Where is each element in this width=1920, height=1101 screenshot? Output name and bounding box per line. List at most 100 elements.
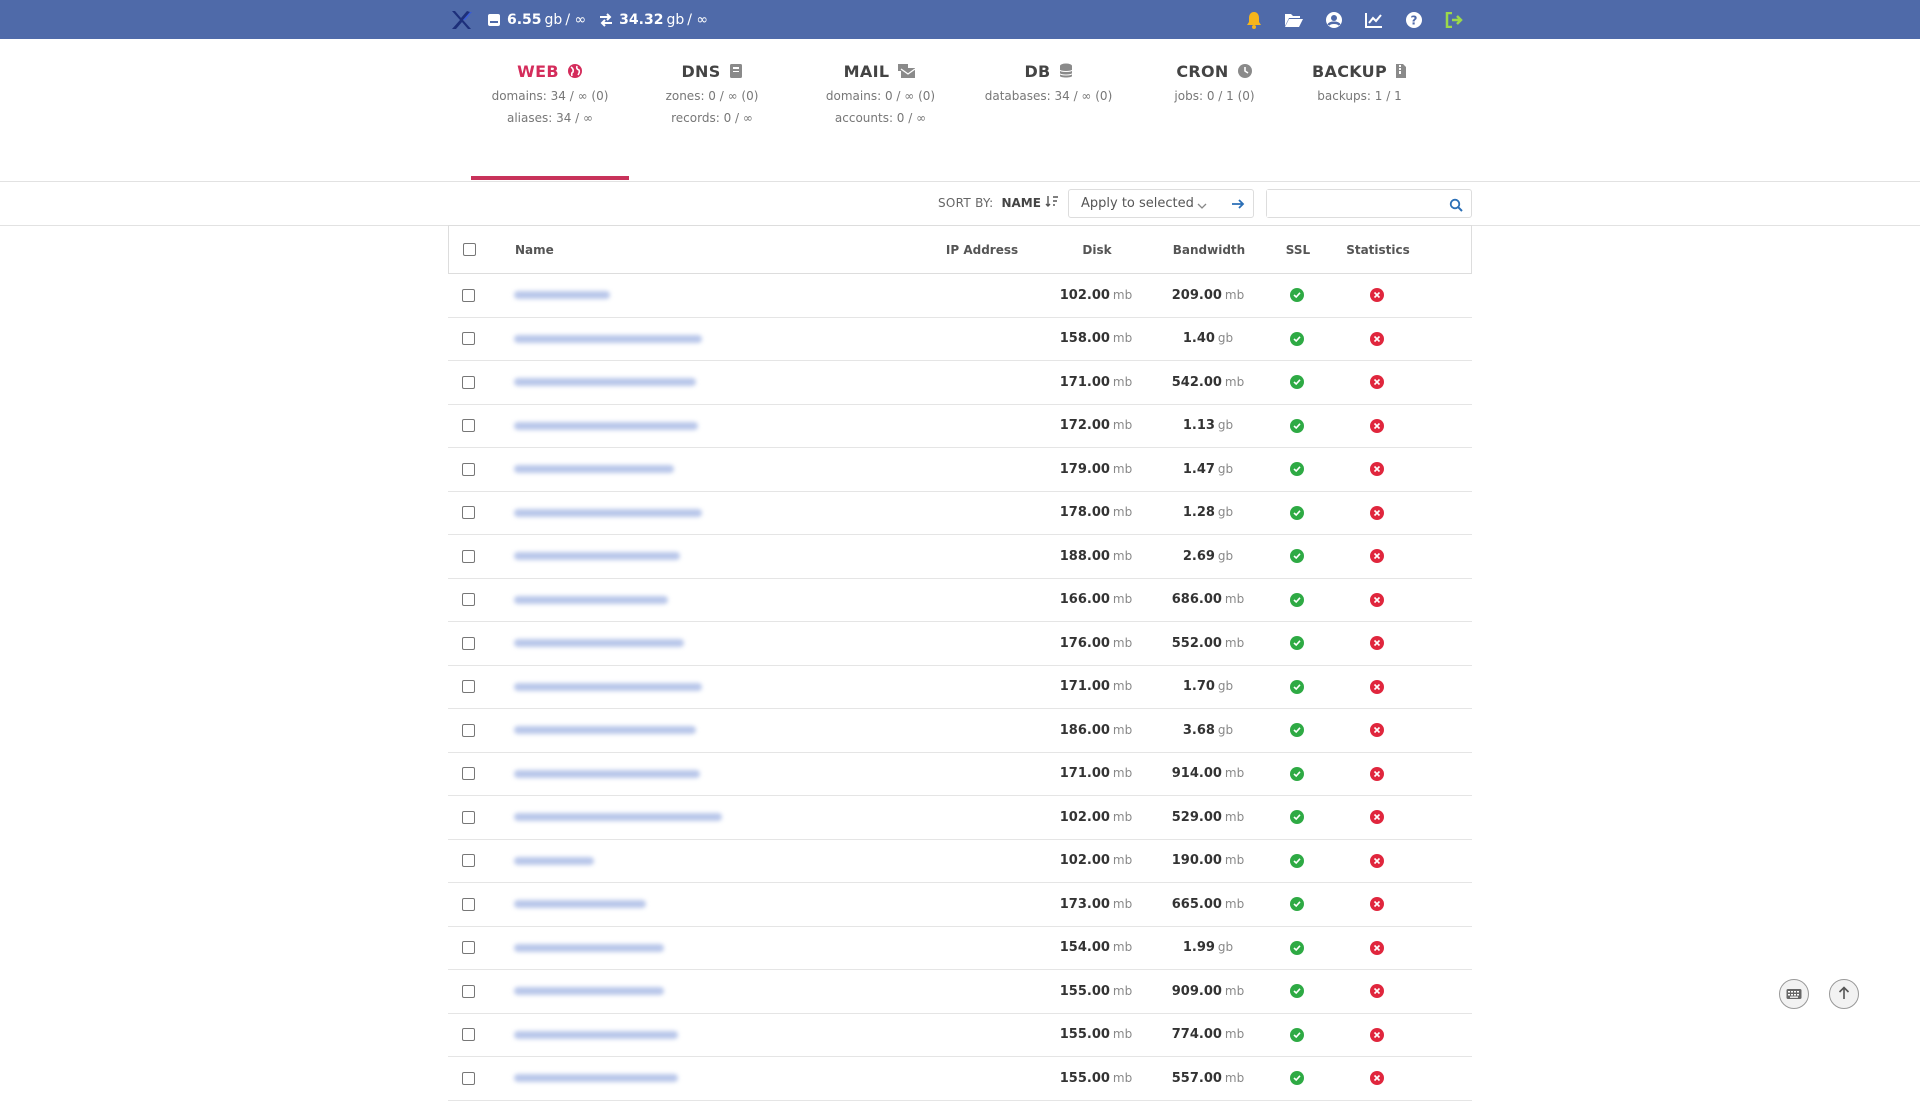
disk-unit: mb — [1112, 983, 1133, 998]
check-circle-icon — [1290, 375, 1304, 390]
table-row[interactable]: 188.00 mb 2.69 gb — [448, 535, 1472, 579]
tab-cron-title: CRON — [1176, 61, 1229, 81]
header-ip[interactable]: IP Address — [923, 243, 1041, 257]
table-row[interactable]: 155.00 mb 909.00 mb — [448, 970, 1472, 1014]
header-ssl[interactable]: SSL — [1265, 243, 1331, 257]
folder-open-icon[interactable] — [1284, 10, 1304, 30]
table-row[interactable]: 186.00 mb 3.68 gb — [448, 709, 1472, 753]
header-bandwidth[interactable]: Bandwidth — [1153, 243, 1265, 257]
domain-name-link[interactable] — [514, 682, 702, 691]
header-name[interactable]: Name — [489, 243, 923, 257]
row-checkbox[interactable] — [461, 375, 475, 389]
table-row[interactable]: 173.00 mb 665.00 mb — [448, 883, 1472, 927]
table-row[interactable]: 171.00 mb 542.00 mb — [448, 361, 1472, 405]
table-row[interactable]: 154.00 mb 1.99 gb — [448, 927, 1472, 970]
search-icon[interactable] — [1449, 197, 1463, 216]
domain-name-link[interactable] — [514, 726, 696, 735]
tab-backup[interactable]: BACKUP backups: 1 / 1 — [1298, 60, 1421, 180]
domain-name-link[interactable] — [514, 291, 610, 300]
tab-mail[interactable]: MAIL domains: 0 / ∞ (0) accounts: 0 / ∞ — [795, 60, 966, 180]
domain-name-link[interactable] — [514, 552, 680, 561]
domain-name-link[interactable] — [514, 639, 684, 648]
domain-name-link[interactable] — [514, 1074, 678, 1083]
domain-name-link[interactable] — [514, 987, 664, 996]
disk-cell: 166.00 mb — [1040, 592, 1152, 607]
row-checkbox[interactable] — [461, 1028, 475, 1042]
row-checkbox[interactable] — [461, 767, 475, 781]
table-row[interactable]: 155.00 mb 774.00 mb — [448, 1014, 1472, 1057]
disk-value: 186.00 — [1059, 722, 1110, 738]
x-circle-icon — [1370, 810, 1384, 825]
table-row[interactable]: 172.00 mb 1.13 gb — [448, 405, 1472, 448]
table-row[interactable]: 176.00 mb 552.00 mb — [448, 622, 1472, 666]
domain-name-link[interactable] — [514, 508, 702, 517]
table-row[interactable]: 155.00 mb 557.00 mb — [448, 1057, 1472, 1101]
apply-button[interactable] — [1231, 197, 1245, 215]
domain-name-link[interactable] — [514, 595, 668, 604]
header-disk[interactable]: Disk — [1041, 243, 1153, 257]
chart-line-icon[interactable] — [1364, 10, 1384, 30]
row-checkbox[interactable] — [461, 506, 475, 520]
question-icon[interactable]: ? — [1404, 10, 1424, 30]
row-checkbox[interactable] — [461, 941, 475, 955]
row-checkbox[interactable] — [461, 810, 475, 824]
row-checkbox[interactable] — [461, 288, 475, 302]
table-row[interactable]: 102.00 mb 190.00 mb — [448, 840, 1472, 883]
scroll-to-top-button[interactable] — [1829, 979, 1859, 1009]
row-checkbox[interactable] — [461, 593, 475, 607]
row-checkbox[interactable] — [461, 419, 475, 433]
header-statistics[interactable]: Statistics — [1331, 243, 1425, 257]
table-row[interactable]: 158.00 mb 1.40 gb — [448, 318, 1472, 361]
row-checkbox[interactable] — [461, 332, 475, 346]
tab-dns-zones: zones: 0 / ∞ (0) — [665, 89, 759, 103]
bell-icon[interactable] — [1244, 10, 1264, 30]
domain-name-link[interactable] — [514, 465, 674, 474]
row-checkbox[interactable] — [461, 636, 475, 650]
x-circle-icon — [1370, 375, 1384, 390]
logout-icon[interactable] — [1444, 10, 1464, 30]
row-checkbox[interactable] — [461, 1071, 475, 1085]
domain-name-link[interactable] — [514, 378, 696, 387]
tab-cron[interactable]: CRON jobs: 0 / 1 (0) — [1131, 60, 1298, 180]
disk-value: 154.00 — [1059, 940, 1110, 956]
row-checkbox[interactable] — [461, 549, 475, 563]
domain-name-link[interactable] — [514, 769, 700, 778]
tab-db[interactable]: DB databases: 34 / ∞ (0) — [966, 60, 1131, 180]
domain-name-link[interactable] — [514, 900, 646, 909]
row-checkbox[interactable] — [461, 854, 475, 868]
domain-name-link[interactable] — [514, 813, 722, 822]
domain-name-link[interactable] — [514, 856, 594, 865]
table-row[interactable]: 178.00 mb 1.28 gb — [448, 492, 1472, 535]
domain-name-link[interactable] — [514, 421, 698, 430]
top-bar: 6.55 gb / ∞ 34.32 gb / ∞ ? — [0, 0, 1920, 39]
table-row[interactable]: 171.00 mb 1.70 gb — [448, 666, 1472, 709]
row-checkbox[interactable] — [461, 723, 475, 737]
tab-dns[interactable]: DNS zones: 0 / ∞ (0) records: 0 / ∞ — [629, 60, 795, 180]
user-circle-icon[interactable] — [1324, 10, 1344, 30]
select-all-checkbox[interactable] — [462, 243, 476, 256]
x-circle-icon — [1370, 636, 1384, 651]
row-checkbox[interactable] — [461, 897, 475, 911]
domain-name-link[interactable] — [514, 334, 702, 343]
table-row[interactable]: 102.00 mb 209.00 mb — [448, 274, 1472, 318]
keyboard-shortcuts-button[interactable] — [1779, 979, 1809, 1009]
row-checkbox[interactable] — [461, 462, 475, 476]
tab-web[interactable]: WEB domains: 34 / ∞ (0) aliases: 34 / ∞ — [471, 60, 629, 180]
disk-value: 173.00 — [1059, 896, 1110, 912]
table-row[interactable]: 102.00 mb 529.00 mb — [448, 796, 1472, 840]
disk-cell: 154.00 mb — [1040, 940, 1152, 955]
disk-value: 155.00 — [1059, 1070, 1110, 1086]
table-row[interactable]: 171.00 mb 914.00 mb — [448, 753, 1472, 796]
sort-button[interactable]: NAME — [1001, 195, 1058, 210]
logo-icon[interactable] — [449, 8, 473, 32]
row-checkbox[interactable] — [461, 680, 475, 694]
bulk-action-select[interactable]: Apply to selected — [1068, 189, 1254, 218]
table-row[interactable]: 166.00 mb 686.00 mb — [448, 579, 1472, 622]
chevron-down-icon — [1197, 199, 1207, 214]
domain-name-link[interactable] — [514, 1030, 678, 1039]
domain-name-link[interactable] — [514, 943, 664, 952]
disk-unit: mb — [1112, 896, 1133, 911]
row-checkbox[interactable] — [461, 984, 475, 998]
table-row[interactable]: 179.00 mb 1.47 gb — [448, 448, 1472, 492]
search-input[interactable] — [1267, 190, 1437, 217]
